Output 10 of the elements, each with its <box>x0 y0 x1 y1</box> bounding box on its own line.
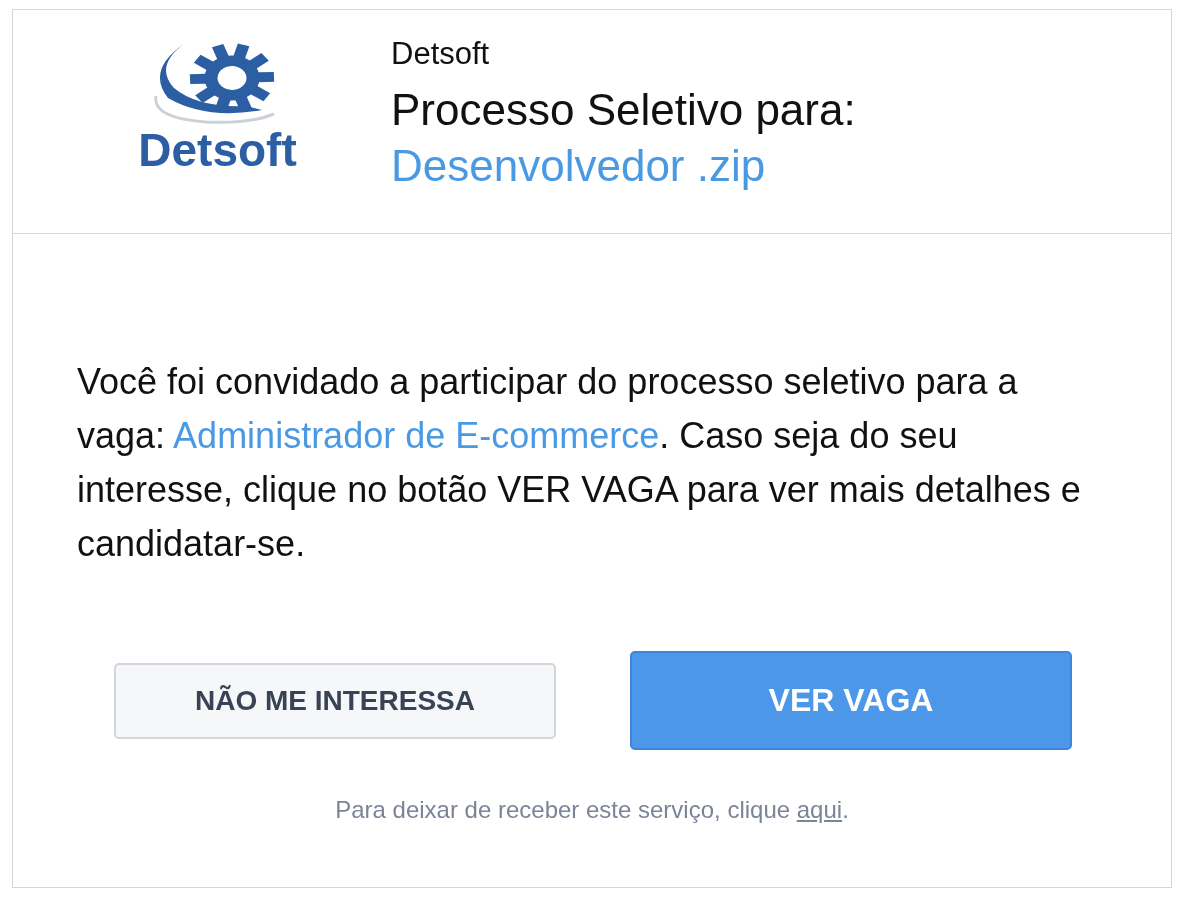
job-title-link[interactable]: Desenvolvedor .zip <box>391 138 766 194</box>
unsubscribe-link[interactable]: aqui <box>796 796 843 823</box>
logo-text: Detsoft <box>138 126 297 174</box>
invitation-text: Você foi convidado a participar do processo seletivo para a vaga: Administrador de E-commerce. Caso seja do seu interesse, clique no botão VER VAGA para ver mais detalhes e candidatar-se. <box>77 360 1082 566</box>
unsubscribe-note: Para deixar de receber este serviço, clique aqui. <box>334 798 850 822</box>
header-title: Processo Seletivo para: <box>391 84 856 136</box>
company-name: Detsoft <box>391 35 490 73</box>
job-link[interactable]: Administrador de E-commerce <box>173 415 660 456</box>
view-job-button[interactable]: VER VAGA <box>630 651 1072 750</box>
decline-button[interactable]: NÃO ME INTERESSA <box>114 662 556 739</box>
